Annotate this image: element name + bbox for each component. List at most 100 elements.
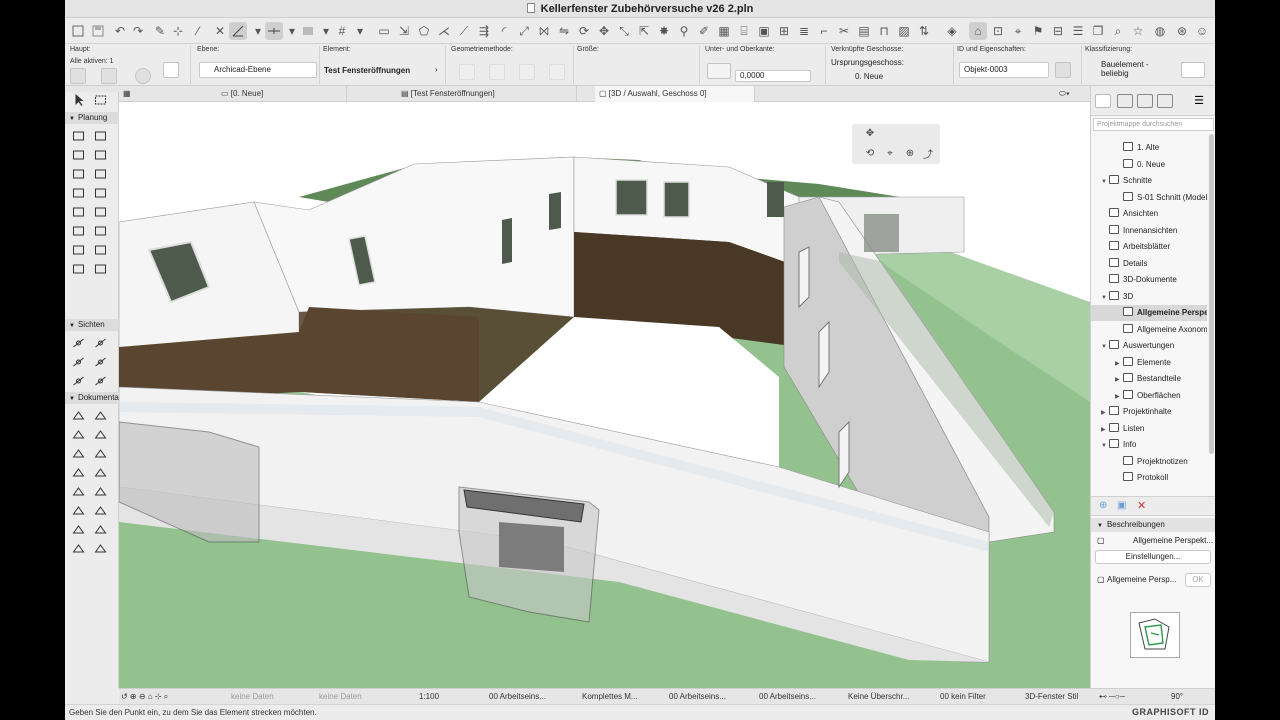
navigator-search-input[interactable]: Projektmappe durchsuchen <box>1093 118 1214 131</box>
einstellungen-button[interactable]: Einstellungen... <box>1095 550 1211 564</box>
layer-select[interactable]: Archicad-Ebene <box>199 62 317 78</box>
chevron-right-icon[interactable]: › <box>435 65 438 74</box>
railing-tool-icon[interactable] <box>91 204 109 220</box>
publisher-icon[interactable] <box>1157 94 1173 108</box>
explode-icon[interactable]: ✸ <box>655 22 673 40</box>
corner-icon[interactable]: ⌐ <box>815 22 833 40</box>
tree-item[interactable]: Protokoll <box>1115 470 1207 486</box>
curtain-wall-tool-icon[interactable] <box>69 223 87 239</box>
worksheet-marker-tool-icon[interactable] <box>69 541 87 557</box>
stretch-icon[interactable]: ⤡ <box>615 22 633 40</box>
geometry-straight-icon[interactable] <box>459 64 475 80</box>
chevron-right-icon[interactable]: ▶ <box>1115 356 1123 371</box>
view-options-icon[interactable]: ⬭▾ <box>1055 86 1085 102</box>
view-name-field[interactable]: Allgemeine Persp... <box>1107 575 1176 584</box>
elevation-tool-icon[interactable] <box>91 335 109 351</box>
hash-icon[interactable]: # <box>333 22 351 40</box>
shell-tool-icon[interactable] <box>91 185 109 201</box>
project-map-icon[interactable] <box>1095 94 1111 108</box>
offset-icon[interactable]: ⇶ <box>475 22 493 40</box>
find-icon[interactable]: ⌕ <box>1109 22 1127 40</box>
tab-3d[interactable]: ▢ [3D / Auswahl, Geschoss 0] <box>595 86 755 102</box>
chevron-right-icon[interactable]: ▶ <box>1115 389 1123 404</box>
chevron-down-icon[interactable]: ▾ <box>351 22 369 40</box>
status-keine-daten-1[interactable]: keine Daten <box>231 689 274 705</box>
undo-zoom-icon[interactable]: ↺ ⊕ ⊖ ⌂ ⊹ ⌕ <box>121 689 168 705</box>
fillet-icon[interactable]: ◜ <box>495 22 513 40</box>
tree-item[interactable]: Ansichten <box>1101 206 1207 222</box>
geometry-polygon-icon[interactable] <box>519 64 535 80</box>
status-keine-daten-2[interactable]: keine Daten <box>319 689 362 705</box>
grid-tool-icon[interactable] <box>91 541 109 557</box>
arc-tool-icon[interactable] <box>69 465 87 481</box>
ok-button[interactable]: OK <box>1185 573 1211 587</box>
eyedropper-icon[interactable]: ⁄ <box>189 22 207 40</box>
grid-icon[interactable]: ⊟ <box>1049 22 1067 40</box>
snap-icon[interactable] <box>265 22 283 40</box>
figure-tool-icon[interactable] <box>69 503 87 519</box>
tree-item[interactable]: Allgemeine Perspektive <box>1115 305 1207 321</box>
link-icon[interactable]: ⚲ <box>675 22 693 40</box>
grid-snap-icon[interactable] <box>299 22 317 40</box>
tree-item[interactable]: ▶ Elemente <box>1115 355 1207 371</box>
radial-dimension-tool-icon[interactable] <box>69 427 87 443</box>
pan-icon[interactable]: ✥ <box>862 126 878 140</box>
flag-icon[interactable]: ⚑ <box>1029 22 1047 40</box>
chevron-down-icon[interactable]: ▼ <box>1101 174 1109 189</box>
tree-item[interactable]: Projektnotizen <box>1115 454 1207 470</box>
split-icon[interactable]: ⋌ <box>435 22 453 40</box>
sort-icon[interactable]: ⇅ <box>915 22 933 40</box>
settings-icon[interactable]: ▣ <box>1117 500 1126 511</box>
polygon-icon[interactable]: ⬠ <box>415 22 433 40</box>
move-icon[interactable]: ⇲ <box>395 22 413 40</box>
copy-icon[interactable]: ❐ <box>1089 22 1107 40</box>
fly-icon[interactable]: ⤴ <box>920 146 936 161</box>
selection-arrow-icon[interactable] <box>70 68 86 84</box>
tree-item[interactable]: S-01 Schnitt (Modell) <box>1115 190 1207 206</box>
label-tool-icon[interactable] <box>69 446 87 462</box>
drawing-tool-icon[interactable] <box>91 522 109 538</box>
section-tool-icon[interactable] <box>69 335 87 351</box>
interior-elevation-tool-icon[interactable] <box>69 354 87 370</box>
mesh-tool-icon[interactable] <box>91 261 109 277</box>
section-icon[interactable]: ⊡ <box>989 22 1007 40</box>
dimension-tool-icon[interactable] <box>69 408 87 424</box>
tree-item[interactable]: Arbeitsblätter <box>1101 239 1207 255</box>
detail-tool-icon[interactable] <box>69 373 87 389</box>
home-story-value[interactable]: 0. Neue <box>855 72 883 81</box>
trim-icon[interactable]: ⟋ <box>455 22 473 40</box>
tree-item[interactable]: ▼ Schnitte <box>1101 173 1207 189</box>
marquee-icon[interactable]: ▭ <box>375 22 393 40</box>
beschreibungen-section[interactable]: ▼ Beschreibungen <box>1091 518 1215 532</box>
tree-item[interactable]: ▶ Projektinhalte <box>1101 404 1207 420</box>
drag-icon[interactable]: ✥ <box>595 22 613 40</box>
merge-icon[interactable]: ⨝ <box>535 22 553 40</box>
arrow-tool-icon[interactable] <box>69 92 87 108</box>
id-field[interactable]: Objekt-0003 <box>959 62 1049 78</box>
polyline-tool-icon[interactable] <box>69 522 87 538</box>
3d-style[interactable]: 3D-Fenster Stil <box>1025 689 1095 705</box>
tree-item[interactable]: ▶ Listen <box>1101 421 1207 437</box>
hotspot-tool-icon[interactable] <box>91 484 109 500</box>
delete-icon[interactable]: ✕ <box>1137 499 1146 512</box>
orbit-icon[interactable]: ⟲ <box>862 146 878 160</box>
tab-grid-icon[interactable]: ▦ <box>119 86 131 102</box>
stair-icon[interactable]: ⌸ <box>735 22 753 40</box>
undo-icon[interactable]: ↶ <box>111 22 129 40</box>
renovation-filter[interactable]: 00 kein Filter <box>940 689 1020 705</box>
user-icon[interactable]: ☺ <box>1193 22 1211 40</box>
wall-tool-icon[interactable] <box>69 128 87 144</box>
navigator-scrollbar[interactable] <box>1209 134 1214 454</box>
roof-tool-icon[interactable] <box>69 185 87 201</box>
chevron-right-icon[interactable]: ▶ <box>1101 405 1109 420</box>
tree-item[interactable]: ▼ 3D <box>1101 289 1207 305</box>
person-icon[interactable] <box>163 62 179 78</box>
pen-icon[interactable]: ✐ <box>695 22 713 40</box>
3d-viewport[interactable]: ✥ ⟲ ⌖ ⊕ ⤴ <box>119 102 1090 688</box>
section-dokumentation[interactable]: ▼ Dokumenta <box>65 392 119 404</box>
network-icon[interactable]: ⊛ <box>1173 22 1191 40</box>
layout-book-icon[interactable] <box>1137 94 1153 108</box>
add-icon[interactable]: ⊕ <box>1099 500 1107 511</box>
door-tool-icon[interactable] <box>69 166 87 182</box>
marquee-select-icon[interactable] <box>101 68 117 84</box>
